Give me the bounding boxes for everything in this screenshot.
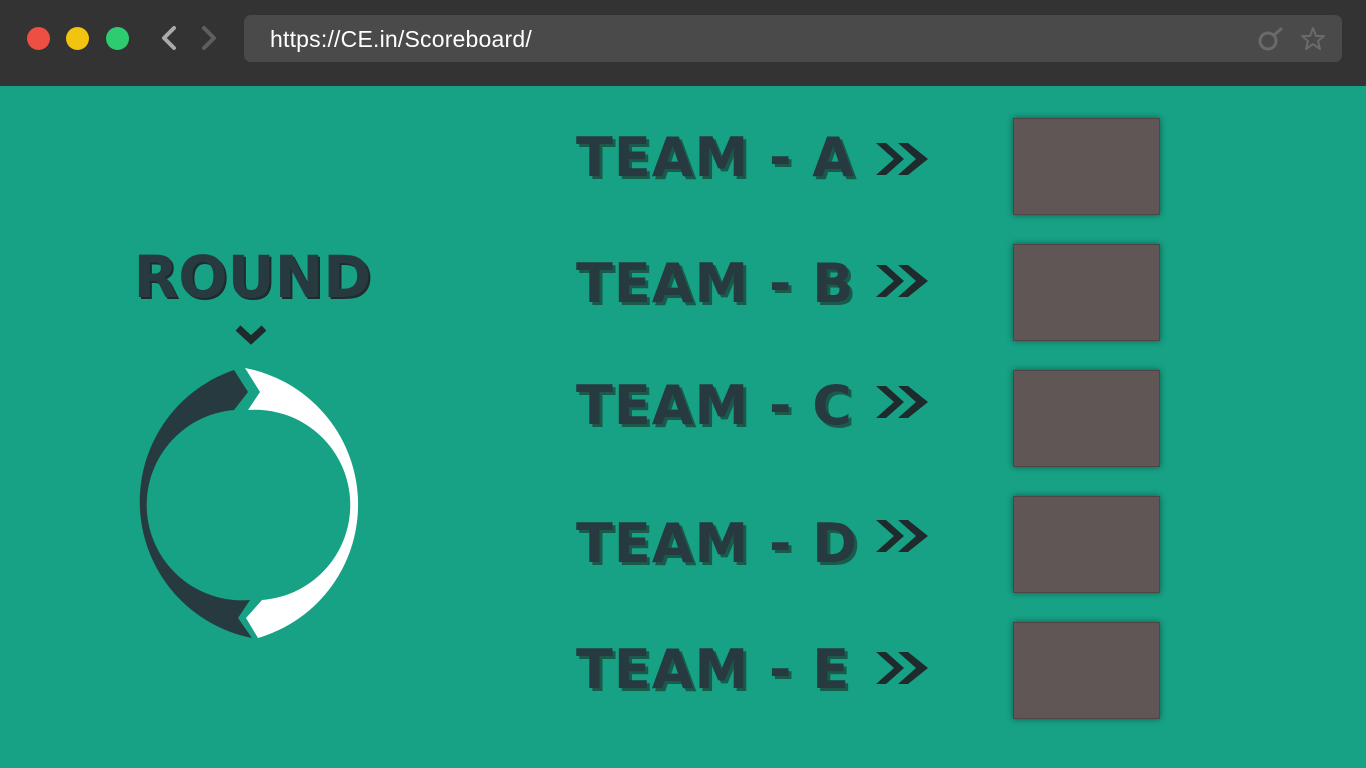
score-box-d[interactable] [1013, 496, 1160, 593]
scoreboard-page: ROUND TEAM - A TEAM - B TEAM - C TEAM - … [0, 86, 1366, 768]
double-chevron-right-icon [876, 520, 928, 552]
star-icon[interactable] [1300, 26, 1326, 52]
team-row-e: TEAM - E [0, 622, 1366, 722]
score-box-b[interactable] [1013, 244, 1160, 341]
chevron-right-icon [202, 26, 216, 50]
round-indicator [139, 325, 359, 638]
back-button[interactable] [154, 22, 184, 54]
close-window-button[interactable] [27, 27, 50, 50]
double-chevron-right-icon [876, 386, 928, 418]
forward-button[interactable] [194, 22, 224, 54]
team-row-b: TEAM - B [0, 244, 1366, 344]
score-box-e[interactable] [1013, 622, 1160, 719]
team-row-d: TEAM - D [0, 496, 1366, 596]
minimize-window-button[interactable] [66, 27, 89, 50]
double-chevron-right-icon [876, 652, 928, 684]
team-label-c: TEAM - C [576, 374, 853, 437]
score-box-c[interactable] [1013, 370, 1160, 467]
team-label-a: TEAM - A [576, 126, 856, 189]
refresh-icon[interactable] [1257, 26, 1283, 52]
double-chevron-right-icon [876, 265, 928, 297]
double-chevron-right-icon [876, 143, 928, 175]
chevron-left-icon [162, 26, 176, 50]
address-bar[interactable]: https://CE.in/Scoreboard/ [244, 15, 1342, 62]
url-text: https://CE.in/Scoreboard/ [270, 26, 532, 52]
maximize-window-button[interactable] [106, 27, 129, 50]
team-row-a: TEAM - A [0, 118, 1366, 218]
team-row-c: TEAM - C [0, 370, 1366, 470]
team-label-b: TEAM - B [576, 252, 855, 315]
team-label-d: TEAM - D [576, 512, 859, 575]
browser-toolbar: https://CE.in/Scoreboard/ [0, 0, 1366, 86]
score-box-a[interactable] [1013, 118, 1160, 215]
team-label-e: TEAM - E [576, 638, 851, 701]
